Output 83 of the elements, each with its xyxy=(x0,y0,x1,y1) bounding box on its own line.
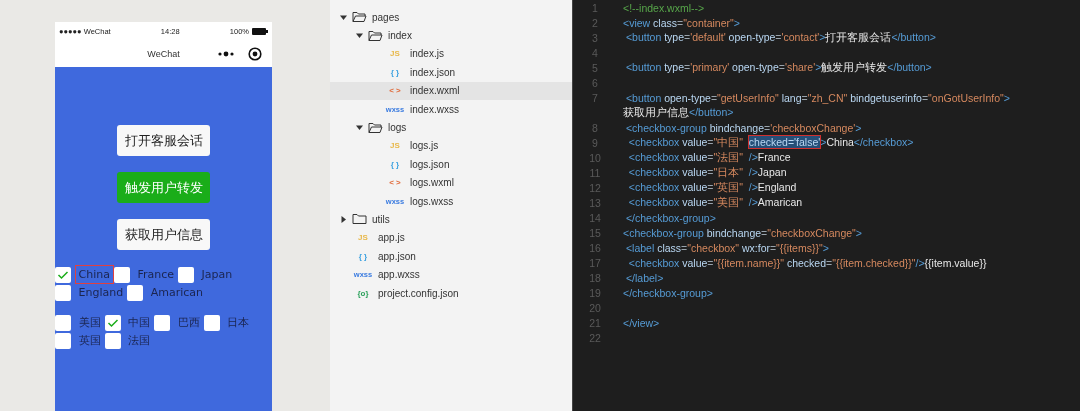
caret-icon[interactable] xyxy=(356,124,363,132)
caret-icon[interactable] xyxy=(356,32,363,40)
line-number: 16 xyxy=(588,241,602,254)
code-line: <checkbox value="英国" />England xyxy=(627,180,797,195)
mini-button[interactable]: 打开客服会话 xyxy=(117,125,210,156)
line-number: 19 xyxy=(588,286,602,299)
file-tree-item[interactable]: { } index.json xyxy=(330,63,572,82)
file-tree-item[interactable]: {o} project.config.json xyxy=(330,283,572,303)
line-number: 13 xyxy=(588,196,602,209)
checkbox-label: 日本 xyxy=(226,315,250,331)
code-line: </view> xyxy=(622,316,660,329)
check-icon xyxy=(57,270,69,280)
checkbox-label: 法国 xyxy=(127,333,151,349)
line-number: 5 xyxy=(591,61,599,74)
checkbox[interactable] xyxy=(178,267,194,283)
line-number: 10 xyxy=(588,151,602,164)
code-line: <!--index.wxml--> xyxy=(622,1,705,14)
code-line: <checkbox value="{{item.name}}" checked="{{item.checked}}"/>{{item.value}} xyxy=(627,256,987,269)
mini-button[interactable]: 获取用户信息 xyxy=(117,219,210,250)
code-line: <checkbox value="美国" />Amarican xyxy=(627,195,803,210)
folder-icon xyxy=(368,29,383,42)
line-number: 14 xyxy=(588,211,602,224)
folder-icon xyxy=(352,11,367,24)
folder-icon xyxy=(368,121,383,134)
checkbox-label: China xyxy=(74,265,114,284)
code-line: </checkbox-group> xyxy=(624,211,716,224)
file-tree-item[interactable]: { } app.json xyxy=(330,247,572,266)
checkbox[interactable] xyxy=(104,315,121,331)
code-line: </checkbox-group> xyxy=(622,286,713,299)
line-number: 20 xyxy=(588,301,602,314)
file-tree-item[interactable]: logs xyxy=(330,118,572,137)
file-tree-item[interactable]: JS index.js xyxy=(330,44,572,64)
code-line: <checkbox value="法国" />France xyxy=(627,150,791,165)
code-line: <button type='primary' open-type='share'>触发用户转发</button> xyxy=(624,60,932,75)
check-icon xyxy=(106,318,119,328)
more-icon[interactable] xyxy=(218,51,234,57)
file-tree-item[interactable]: JS logs.js xyxy=(330,136,572,156)
file-tree-item[interactable]: pages xyxy=(330,8,572,27)
checkbox[interactable] xyxy=(55,333,71,349)
checkbox[interactable] xyxy=(154,315,170,331)
file-tree-item[interactable]: utils xyxy=(330,210,572,229)
checkbox-label: England xyxy=(77,285,125,301)
checkbox[interactable] xyxy=(55,267,71,283)
line-number: 17 xyxy=(588,256,602,269)
line-number: 18 xyxy=(588,271,602,284)
checkbox[interactable] xyxy=(203,315,220,331)
checkbox-label: 美国 xyxy=(77,315,102,331)
code-line: </label> xyxy=(624,271,664,284)
file-tree-item[interactable]: index xyxy=(330,26,572,45)
code-line: 获取用户信息</button> xyxy=(622,105,734,120)
line-number: 3 xyxy=(591,31,599,44)
checkbox[interactable] xyxy=(55,285,71,301)
code-line: <checkbox-group bindchange="checkboxChange"> xyxy=(622,226,862,239)
code-line: <label class="checkbox" wx:for="{{items}}"> xyxy=(624,241,829,254)
file-tree-item[interactable]: < > index.wxml xyxy=(330,81,572,100)
line-number: 11 xyxy=(588,166,602,179)
line-number: 22 xyxy=(588,331,602,344)
code-line: <checkbox-group bindchange='checkboxChange'> xyxy=(624,121,862,134)
checkbox[interactable] xyxy=(127,285,144,301)
file-tree-item[interactable]: { } logs.json xyxy=(330,155,572,174)
battery-icon xyxy=(252,27,268,35)
line-number: 15 xyxy=(588,226,602,239)
checkbox-label: 英国 xyxy=(77,333,102,349)
caret-icon[interactable] xyxy=(340,216,347,223)
checkbox-label: Amarican xyxy=(149,285,204,301)
caret-icon[interactable] xyxy=(340,13,347,21)
code-line: <view class="container"> xyxy=(622,16,740,29)
checkbox-label: Japan xyxy=(200,267,234,283)
line-number: 12 xyxy=(588,181,602,194)
checkbox-label: 中国 xyxy=(127,315,151,331)
file-tree-item[interactable]: < > logs.wxml xyxy=(330,173,572,192)
checkbox-label: 巴西 xyxy=(176,315,201,331)
page-title: WeChat xyxy=(147,48,180,59)
line-number: 21 xyxy=(588,316,602,329)
folder-icon xyxy=(352,213,367,226)
checkbox-label: France xyxy=(136,267,175,283)
code-line: <checkbox value="日本" />Japan xyxy=(627,165,787,180)
checkbox[interactable] xyxy=(104,333,121,349)
file-tree-item[interactable]: JS app.js xyxy=(330,228,572,248)
close-icon[interactable] xyxy=(248,47,262,61)
code-line: <button open-type="getUserInfo" lang="zh_CN" bindgetuserinfo="onGotUserInfo"> xyxy=(624,91,1010,104)
checkbox[interactable] xyxy=(55,315,71,331)
code-line: <button type='default' open-type='contact'>打开客服会话</button> xyxy=(624,30,936,45)
